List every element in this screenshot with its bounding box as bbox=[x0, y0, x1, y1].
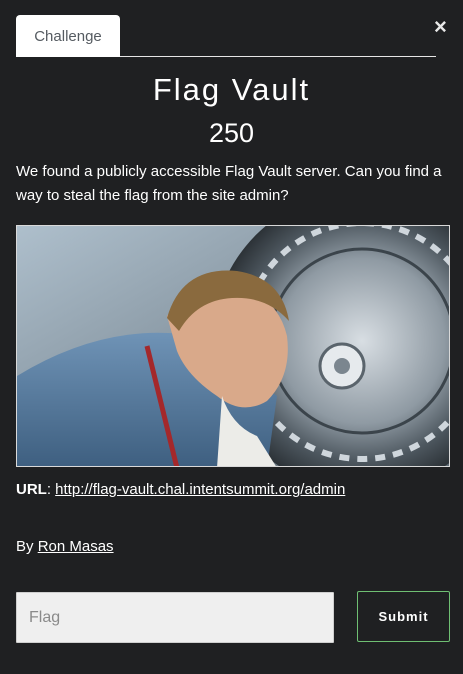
author-line: By Ron Masas bbox=[16, 536, 114, 558]
submit-button[interactable]: Submit bbox=[357, 591, 450, 642]
url-label: URL bbox=[16, 481, 47, 498]
tab-bar: Challenge bbox=[16, 15, 436, 57]
tab-challenge[interactable]: Challenge bbox=[16, 15, 120, 57]
challenge-title: Flag Vault bbox=[152, 72, 311, 107]
challenge-description: We found a publicly accessible Flag Vaul… bbox=[16, 163, 442, 204]
vault-safecracker-illustration bbox=[17, 226, 449, 466]
url-separator: : bbox=[46, 481, 51, 498]
challenge-url-line: URL: http://flag-vault.chal.intentsummit… bbox=[16, 479, 345, 501]
challenge-image bbox=[16, 225, 450, 467]
challenge-points: 250 bbox=[208, 118, 255, 148]
by-label: By bbox=[16, 538, 34, 555]
flag-input[interactable] bbox=[16, 592, 334, 643]
author-link[interactable]: Ron Masas bbox=[38, 538, 114, 555]
challenge-url-link[interactable]: http://flag-vault.chal.intentsummit.org/… bbox=[55, 481, 345, 498]
